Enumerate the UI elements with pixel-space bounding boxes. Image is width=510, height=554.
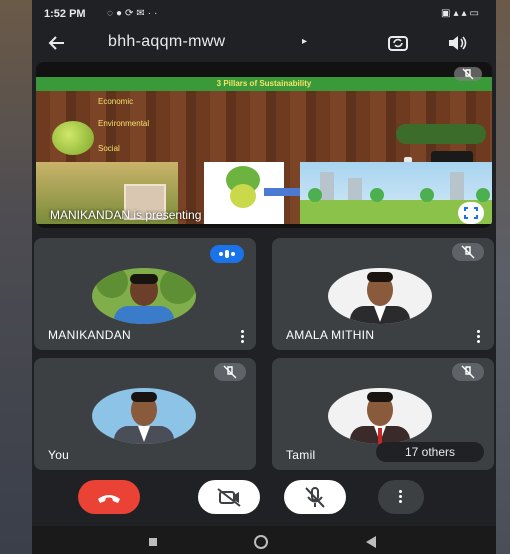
leaves-image <box>396 124 486 144</box>
participant-name: You <box>48 448 70 462</box>
more-vert-icon[interactable] <box>474 328 484 345</box>
mic-off-icon <box>223 365 237 379</box>
building-image <box>320 172 334 200</box>
participant-name: Tamil <box>286 448 316 462</box>
notification-icon: ◌ <box>107 8 116 19</box>
sync-icon: ⟳ <box>125 8 137 19</box>
status-bar: 1:52 PM ◌●⟳✉·· ▣▴▴▭ <box>32 0 496 30</box>
switch-camera-icon[interactable] <box>386 32 410 54</box>
globe-image <box>230 184 256 208</box>
mute-badge <box>452 363 484 381</box>
end-call-button[interactable] <box>78 480 140 514</box>
mic-off-icon <box>462 68 474 80</box>
camera-off-icon <box>217 488 241 507</box>
volte-icon: ▣ <box>441 8 454 19</box>
building-image <box>450 172 464 200</box>
tree-image <box>308 188 322 202</box>
more-vert-icon[interactable] <box>238 328 248 345</box>
tree-image <box>420 188 434 202</box>
participant-tile[interactable]: AMALA MITHIN <box>272 238 494 350</box>
mic-off-icon <box>305 487 325 508</box>
chat-icon: ● <box>115 8 125 19</box>
mute-badge <box>214 363 246 381</box>
slide-label-economic: Economic <box>98 97 134 106</box>
others-chip[interactable]: 17 others <box>376 442 484 462</box>
android-nav-bar <box>32 526 496 554</box>
apple-image <box>52 121 94 155</box>
battery-icon: ▭ <box>469 8 482 19</box>
meeting-code[interactable]: bhh-aqqm-mww <box>108 33 225 51</box>
mute-badge <box>452 243 484 261</box>
fullscreen-button[interactable] <box>458 202 484 224</box>
call-controls <box>32 480 496 520</box>
signal-icon: ▴▴ <box>453 8 470 19</box>
mail-icon: ✉ <box>136 8 148 19</box>
camera-off-button[interactable] <box>198 480 260 514</box>
slide-progress-bar <box>264 188 304 196</box>
tree-image <box>370 188 384 202</box>
presentation-mute-badge <box>454 67 482 81</box>
tree-image <box>476 188 490 202</box>
meeting-details-caret-icon[interactable]: ▸ <box>302 36 307 47</box>
participant-name: AMALA MITHIN <box>286 328 375 342</box>
speaker-icon[interactable] <box>446 32 470 54</box>
slide-image-globe-tree <box>204 162 304 224</box>
slide-label-environmental: Environmental <box>98 119 150 128</box>
mic-off-icon <box>461 365 475 379</box>
building-image <box>348 178 362 200</box>
slide-title-banner: 3 Pillars of Sustainability <box>36 77 492 91</box>
participant-name: MANIKANDAN <box>48 328 132 342</box>
slide-label-social: Social <box>98 144 120 153</box>
phone-screen: 1:52 PM ◌●⟳✉·· ▣▴▴▭ bhh-aqqm-mww ▸ 3 Pil… <box>32 0 496 554</box>
fullscreen-icon <box>464 207 478 219</box>
meeting-header: bhh-aqqm-mww ▸ <box>32 28 496 58</box>
participant-tile[interactable]: Tamil 17 others <box>272 358 494 470</box>
presenting-label: MANIKANDAN is presenting <box>50 208 202 222</box>
status-right-icons: ▣▴▴▭ <box>441 8 482 19</box>
phone-hangup-icon <box>98 495 120 503</box>
back-arrow-icon[interactable] <box>46 32 68 54</box>
background-right <box>496 0 510 554</box>
mic-off-icon <box>461 245 475 259</box>
more-vert-icon <box>396 488 406 505</box>
participant-tile[interactable]: You <box>34 358 256 470</box>
status-left-icons: ◌●⟳✉·· <box>107 8 160 19</box>
mic-off-button[interactable] <box>284 480 346 514</box>
participant-tile[interactable]: MANIKANDAN <box>34 238 256 350</box>
speaking-indicator <box>210 245 244 263</box>
background-left <box>0 0 32 554</box>
recents-icon[interactable] <box>149 538 157 546</box>
status-time: 1:52 PM <box>44 8 86 20</box>
slide-title: 3 Pillars of Sustainability <box>216 79 312 88</box>
avatar <box>92 388 196 444</box>
presentation-view[interactable]: 3 Pillars of Sustainability Economic Env… <box>36 62 492 228</box>
home-icon[interactable] <box>254 535 268 549</box>
more-dots-icon: ·· <box>147 8 161 19</box>
back-nav-icon[interactable] <box>366 536 376 548</box>
more-options-button[interactable] <box>378 480 424 514</box>
